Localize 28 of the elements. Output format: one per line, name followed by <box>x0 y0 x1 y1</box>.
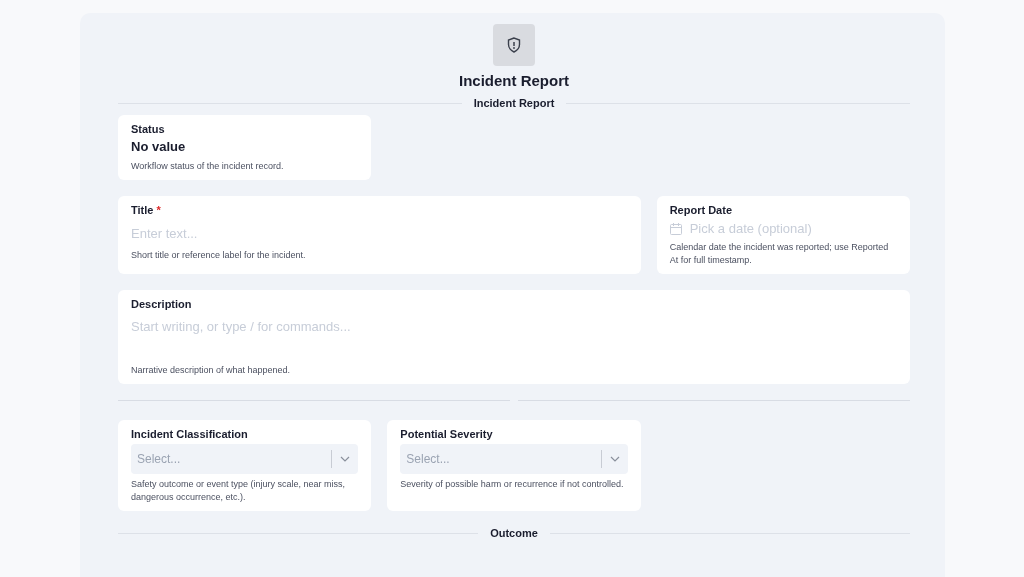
field-label: Title <box>131 204 154 217</box>
logo-icon <box>493 24 535 66</box>
select-input[interactable]: Select... <box>406 451 601 468</box>
select-input[interactable]: Select... <box>137 451 332 468</box>
field-label: Report Date <box>669 203 733 219</box>
date-field[interactable]: Pick a date (optional) <box>689 220 897 238</box>
help-text: Narrative description of what happened. <box>131 363 292 377</box>
help-text: Workflow status of the incident record. <box>131 159 285 173</box>
select-control[interactable]: Select... <box>400 444 628 475</box>
chevron-down-icon <box>609 456 620 463</box>
text-field[interactable]: Enter text... <box>131 225 628 243</box>
help-text: Calendar date the incident was reported; use Reported At for full timestamp. <box>669 241 890 266</box>
calendar-icon <box>669 222 682 235</box>
help-text: Safety outcome or event type (injury scale, near miss, dangerous occurrence, etc.). <box>131 478 347 503</box>
editor-field[interactable]: Start writing, or type / for commands... <box>131 319 897 336</box>
section-title: Incident Report <box>473 96 555 110</box>
page-title: Incident Report <box>458 71 570 91</box>
select-control[interactable]: Select... <box>131 444 359 475</box>
required-mark: * <box>156 204 161 217</box>
help-text: Severity of possible harm or recurrence if not controlled. <box>400 478 625 491</box>
field-label: Status <box>131 121 166 137</box>
field-label: Potential Severity <box>400 427 494 443</box>
field-label: Description <box>131 296 193 312</box>
section-title: Outcome <box>490 526 538 540</box>
field-value: No value <box>131 139 187 156</box>
chevron-down-icon <box>340 456 351 463</box>
help-text: Short title or reference label for the incident. <box>131 248 307 261</box>
field-label: Incident Classification <box>131 427 249 443</box>
